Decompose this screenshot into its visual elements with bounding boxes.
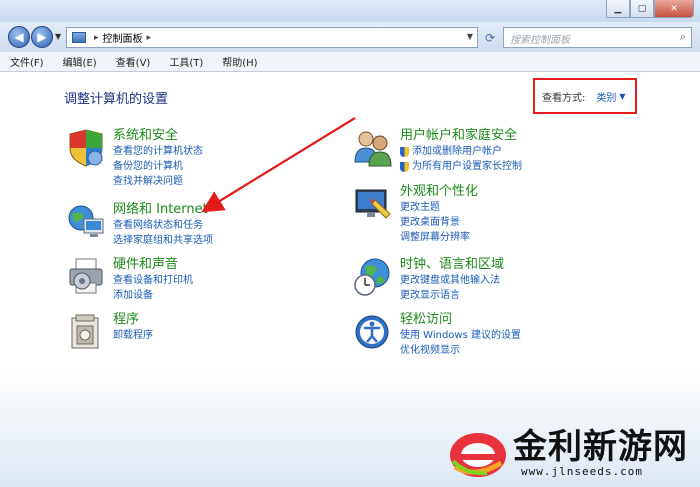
link-keyboard-input[interactable]: 更改键盘或其他输入法 bbox=[400, 273, 590, 288]
network-icon[interactable] bbox=[66, 202, 106, 242]
category-title[interactable]: 时钟、语言和区域 bbox=[400, 257, 590, 273]
link-display-language[interactable]: 更改显示语言 bbox=[400, 288, 590, 303]
link-screen-resolution[interactable]: 调整屏幕分辨率 bbox=[400, 230, 590, 245]
link-text: 为所有用户设置家长控制 bbox=[412, 161, 522, 172]
control-panel-icon bbox=[72, 32, 86, 43]
link-change-background[interactable]: 更改桌面背景 bbox=[400, 215, 590, 230]
category-title[interactable]: 网络和 Internet bbox=[113, 202, 303, 218]
view-by-caret-icon[interactable]: ▼ bbox=[619, 92, 625, 101]
watermark-name: 金利新游网 bbox=[513, 427, 688, 467]
recent-pages-dropdown[interactable]: ▼ bbox=[55, 32, 61, 41]
category-title[interactable]: 程序 bbox=[113, 312, 303, 328]
address-dropdown-icon[interactable]: ▼ bbox=[467, 32, 473, 41]
link-backup-computer[interactable]: 备份您的计算机 bbox=[113, 159, 303, 174]
maximize-button[interactable]: ▢ bbox=[630, 0, 654, 18]
link-recommended-settings[interactable]: 使用 Windows 建议的设置 bbox=[400, 328, 590, 343]
menu-view[interactable]: 查看(V) bbox=[116, 54, 151, 69]
link-devices-printers[interactable]: 查看设备和打印机 bbox=[113, 273, 303, 288]
minimize-button[interactable]: ▁ bbox=[606, 0, 630, 18]
appearance-icon[interactable] bbox=[353, 184, 393, 224]
link-network-status[interactable]: 查看网络状态和任务 bbox=[113, 218, 303, 233]
search-input[interactable]: 搜索控制面板 ⌕ bbox=[503, 27, 692, 48]
menu-bar: 文件(F) 编辑(E) 查看(V) 工具(T) 帮助(H) bbox=[0, 52, 700, 72]
address-bar[interactable]: ▸ 控制面板 ▸ ▼ bbox=[66, 27, 478, 48]
view-by-dropdown[interactable]: 类别 bbox=[596, 89, 616, 104]
category-title[interactable]: 用户帐户和家庭安全 bbox=[400, 128, 590, 144]
uac-shield-icon bbox=[400, 161, 409, 172]
users-icon[interactable] bbox=[353, 128, 393, 168]
ease-of-access-icon[interactable] bbox=[353, 312, 393, 352]
refresh-icon: ⟳ bbox=[484, 30, 496, 45]
link-uninstall-program[interactable]: 卸载程序 bbox=[113, 328, 303, 343]
forward-arrow-icon: ▶ bbox=[37, 30, 47, 44]
breadcrumb-separator-icon[interactable]: ▸ bbox=[147, 33, 152, 43]
breadcrumb-control-panel[interactable]: 控制面板 bbox=[103, 30, 143, 45]
link-add-device[interactable]: 添加设备 bbox=[113, 288, 303, 303]
link-text: 添加或删除用户帐户 bbox=[412, 146, 502, 157]
back-arrow-icon: ◀ bbox=[14, 30, 24, 44]
link-optimize-display[interactable]: 优化视频显示 bbox=[400, 343, 590, 358]
search-placeholder: 搜索控制面板 bbox=[510, 35, 570, 46]
link-change-theme[interactable]: 更改主题 bbox=[400, 200, 590, 215]
view-by-label: 查看方式: bbox=[542, 92, 586, 104]
navigation-bar: ◀ ▶ ▼ ▸ 控制面板 ▸ ▼ ⟳ 搜索控制面板 ⌕ bbox=[0, 22, 700, 52]
link-homegroup-sharing[interactable]: 选择家庭组和共享选项 bbox=[113, 233, 303, 248]
link-add-remove-accounts[interactable]: 添加或删除用户帐户 bbox=[400, 144, 590, 159]
close-button[interactable]: ✕ bbox=[654, 0, 694, 18]
watermark-url: www.jlnseeds.com bbox=[521, 465, 643, 478]
category-title[interactable]: 硬件和声音 bbox=[113, 257, 303, 273]
programs-icon[interactable] bbox=[66, 312, 106, 352]
menu-edit[interactable]: 编辑(E) bbox=[63, 54, 97, 69]
title-bar: ▁ ▢ ✕ bbox=[0, 0, 700, 22]
shield-icon[interactable] bbox=[66, 128, 106, 168]
forward-button[interactable]: ▶ bbox=[31, 26, 53, 48]
watermark-logo-icon bbox=[450, 433, 506, 477]
clock-globe-icon[interactable] bbox=[353, 257, 393, 297]
link-troubleshoot[interactable]: 查找并解决问题 bbox=[113, 174, 303, 189]
search-icon[interactable]: ⌕ bbox=[680, 30, 686, 44]
view-by-highlight-box: 查看方式: 类别 ▼ bbox=[533, 78, 637, 114]
watermark: 金利新游网 www.jlnseeds.com bbox=[445, 415, 697, 485]
refresh-button[interactable]: ⟳ bbox=[480, 27, 500, 48]
category-title[interactable]: 外观和个性化 bbox=[400, 184, 590, 200]
link-parental-controls[interactable]: 为所有用户设置家长控制 bbox=[400, 159, 590, 174]
uac-shield-icon bbox=[400, 146, 409, 157]
link-view-computer-status[interactable]: 查看您的计算机状态 bbox=[113, 144, 303, 159]
back-button[interactable]: ◀ bbox=[8, 26, 30, 48]
breadcrumb-separator-icon[interactable]: ▸ bbox=[94, 33, 99, 43]
window-controls: ▁ ▢ ✕ bbox=[606, 0, 694, 18]
category-title[interactable]: 系统和安全 bbox=[113, 128, 303, 144]
menu-tools[interactable]: 工具(T) bbox=[169, 54, 203, 69]
page-title: 调整计算机的设置 bbox=[64, 92, 169, 107]
category-title[interactable]: 轻松访问 bbox=[400, 312, 590, 328]
printer-icon[interactable] bbox=[66, 257, 106, 297]
menu-file[interactable]: 文件(F) bbox=[10, 54, 44, 69]
menu-help[interactable]: 帮助(H) bbox=[222, 54, 257, 69]
